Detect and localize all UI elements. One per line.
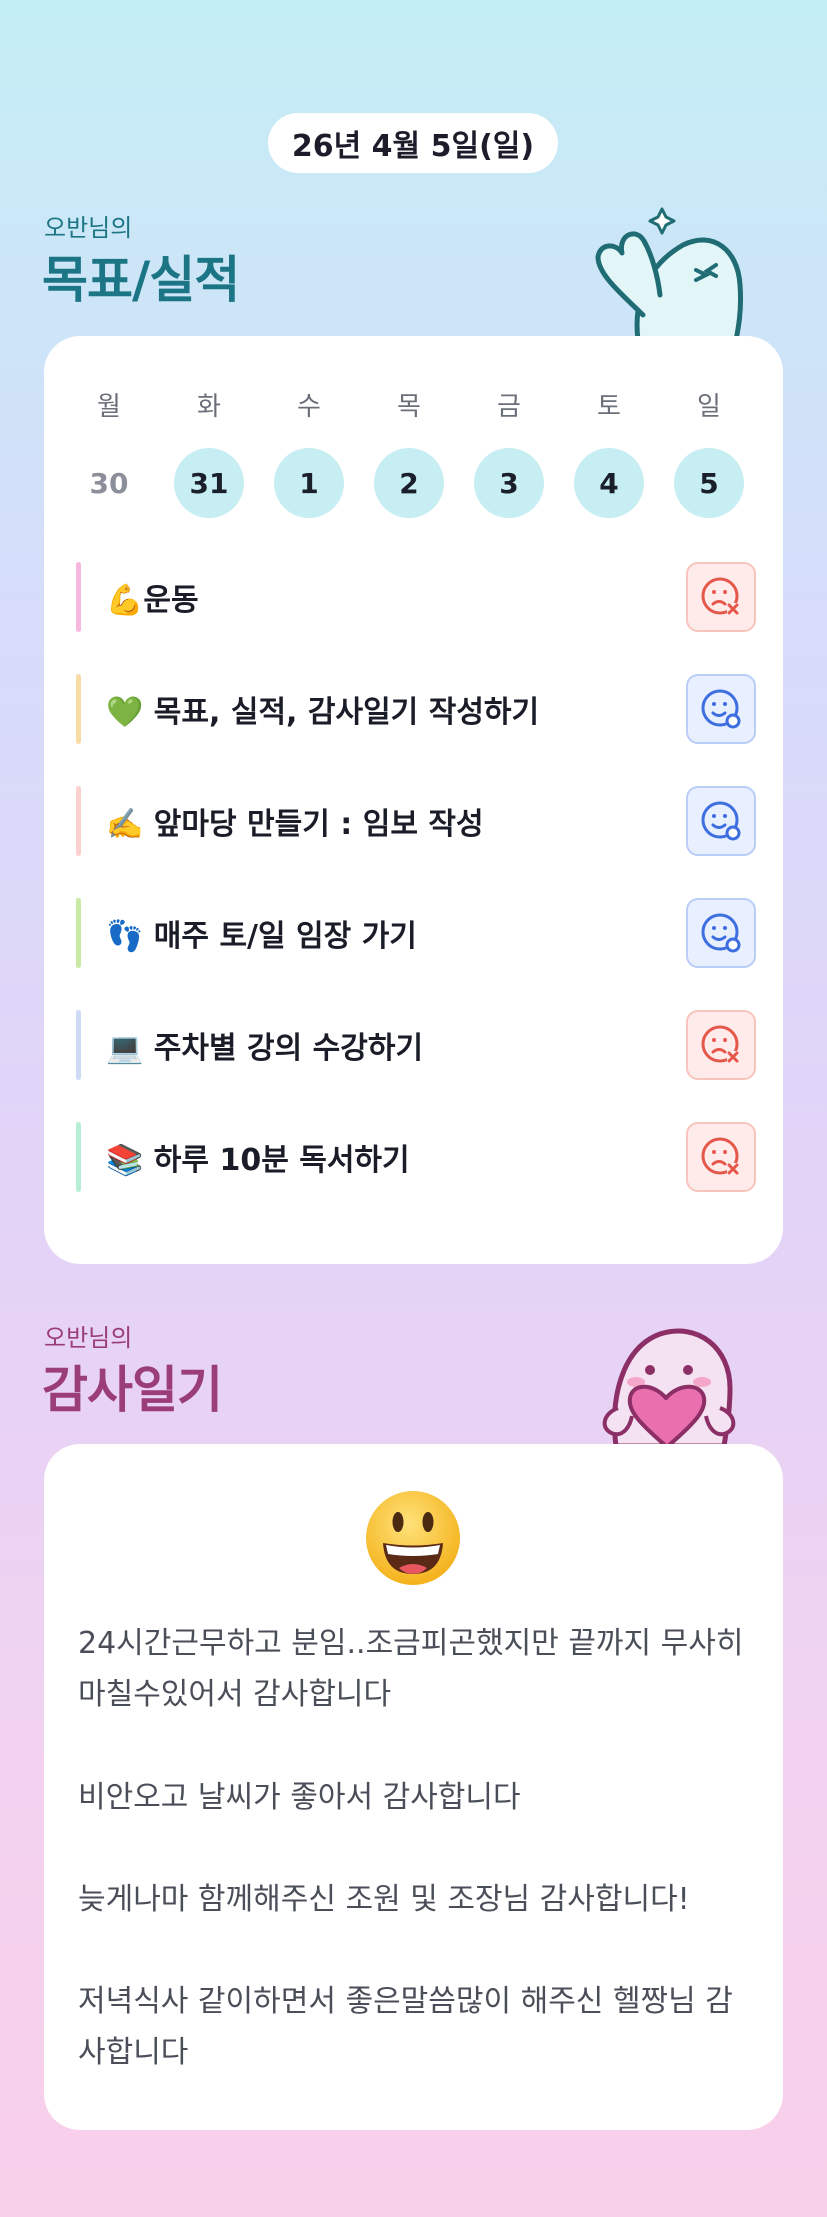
gratitude-diary-card: 24시간근무하고 분임..조금피곤했지만 끝까지 무사히 마칠수있어서 감사합니… (44, 1444, 783, 2130)
diary-entry: 24시간근무하고 분임..조금피곤했지만 끝까지 무사히 마칠수있어서 감사합니… (78, 1626, 744, 1712)
goal-label: 👣 매주 토/일 임장 가기 (106, 919, 417, 954)
goals-section-title: 목표/실적 (42, 251, 240, 309)
goal-color-bar (76, 786, 81, 856)
calendar-day[interactable]: 30 (74, 448, 144, 518)
goal-item[interactable]: 💚 목표, 실적, 감사일기 작성하기 (76, 674, 756, 744)
weekday-label: 목 (397, 392, 421, 422)
calendar-day[interactable]: 3 (474, 448, 544, 518)
goal-status-button[interactable] (686, 674, 756, 744)
goal-label: ✍️ 앞마당 만들기 : 임보 작성 (106, 807, 484, 842)
goals-card: 월 화 수 목 금 토 일 30 31 1 2 3 4 5 💪운동 💚 목표, … (44, 336, 783, 1264)
frown-x-icon (701, 1025, 739, 1063)
smile-check-icon (701, 689, 741, 729)
smile-check-icon (701, 913, 741, 953)
goal-label: 📚 하루 10분 독서하기 (106, 1143, 410, 1178)
weekday-label: 수 (297, 392, 321, 422)
goal-color-bar (76, 1010, 81, 1080)
goal-label: 💪운동 (106, 583, 199, 618)
goal-item[interactable]: 💪운동 (76, 562, 756, 632)
calendar-day[interactable]: 4 (574, 448, 644, 518)
goal-color-bar (76, 562, 81, 632)
weekday-label: 월 (97, 392, 121, 422)
goals-section-subtitle: 오반님의 (44, 214, 133, 242)
frown-x-icon (701, 577, 739, 615)
goal-color-bar (76, 674, 81, 744)
diary-section-title: 감사일기 (42, 1361, 223, 1419)
goal-status-button[interactable] (686, 1010, 756, 1080)
calendar-day[interactable]: 2 (374, 448, 444, 518)
grinning-face-icon (366, 1491, 460, 1585)
goal-item[interactable]: 👣 매주 토/일 임장 가기 (76, 898, 756, 968)
goal-label: 💚 목표, 실적, 감사일기 작성하기 (106, 695, 540, 730)
mascot-waving-illustration (595, 207, 743, 340)
diary-section-subtitle: 오반님의 (44, 1324, 133, 1352)
calendar-day[interactable]: 5 (674, 448, 744, 518)
diary-entry: 늦게나마 함께해주신 조원 및 조장님 감사합니다! (78, 1882, 690, 1917)
goal-status-button[interactable] (686, 898, 756, 968)
goal-item[interactable]: ✍️ 앞마당 만들기 : 임보 작성 (76, 786, 756, 856)
goal-item[interactable]: 📚 하루 10분 독서하기 (76, 1122, 756, 1192)
current-date-pill[interactable]: 26년 4월 5일(일) (268, 113, 558, 173)
weekday-label: 화 (197, 392, 221, 422)
weekday-label: 일 (697, 392, 721, 422)
goal-color-bar (76, 1122, 81, 1192)
mascot-heart-illustration (602, 1328, 736, 1446)
diary-entry: 비안오고 날씨가 좋아서 감사합니다 (78, 1780, 521, 1815)
goal-status-button[interactable] (686, 786, 756, 856)
calendar-day[interactable]: 1 (274, 448, 344, 518)
weekday-label: 토 (597, 392, 621, 422)
weekday-label: 금 (497, 392, 521, 422)
goal-label: 💻 주차별 강의 수강하기 (106, 1031, 424, 1066)
smile-check-icon (701, 801, 741, 841)
goal-item[interactable]: 💻 주차별 강의 수강하기 (76, 1010, 756, 1080)
calendar-day[interactable]: 31 (174, 448, 244, 518)
goal-status-button[interactable] (686, 1122, 756, 1192)
goal-color-bar (76, 898, 81, 968)
frown-x-icon (701, 1137, 739, 1175)
diary-entry: 저녁식사 같이하면서 좋은말씀많이 해주신 헬짱님 감사합니다 (78, 1984, 733, 2070)
goal-status-button[interactable] (686, 562, 756, 632)
